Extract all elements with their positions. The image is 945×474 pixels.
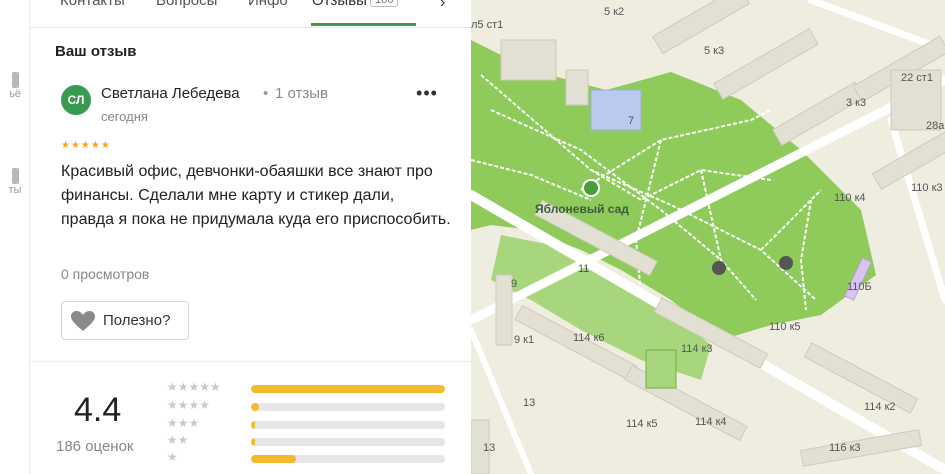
map-label: 7: [628, 115, 635, 127]
rating-bar: [251, 403, 445, 411]
rating-count: 186 оценок: [56, 438, 134, 455]
divider: [30, 361, 471, 362]
review-date: сегодня: [101, 109, 148, 124]
rating-bar-fill: [251, 403, 259, 411]
org-card-panel: Контакты Вопросы Инфо Отзывы 186 › Ваш от…: [30, 0, 471, 474]
separator-dot: •: [263, 85, 269, 102]
rating-bar-fill: [251, 385, 445, 393]
map-view[interactable]: Яблоневый сад 5 к2 5 к3 3 к3 22 ст1 28а …: [471, 0, 945, 474]
row-stars: ★★★★★: [167, 380, 221, 394]
reviews-count-badge: 186: [369, 0, 399, 7]
map-label: 110 к4: [834, 192, 866, 204]
more-options-button[interactable]: •••: [413, 84, 441, 106]
dog-park-icon[interactable]: [712, 261, 726, 275]
tab-contacts[interactable]: Контакты: [60, 0, 125, 9]
author-review-count: 1 отзыв: [275, 85, 329, 102]
map-label: 22 ст1: [901, 72, 933, 84]
map-label: 11: [578, 263, 590, 275]
map-label: 5 к3: [704, 45, 725, 57]
map-label: 110Б: [847, 281, 872, 293]
rating-bar: [251, 421, 445, 429]
views-count: 0 просмотров: [61, 266, 150, 282]
rail-item-1[interactable]: ьё: [0, 72, 30, 100]
rail-glyph-icon: [11, 72, 19, 88]
map-label: 110 к5: [769, 321, 801, 333]
rating-bar: [251, 438, 445, 446]
rating-bar-fill: [251, 421, 255, 429]
rating-value: 4.4: [74, 391, 122, 429]
active-tab-indicator: [311, 23, 416, 26]
map-label: 114 к3: [681, 343, 713, 355]
tab-reviews-label: Отзывы: [312, 0, 367, 9]
playground-icon[interactable]: [779, 256, 793, 270]
row-stars: ★★★: [167, 416, 200, 430]
map-label: 116 к3: [829, 442, 861, 454]
map-label: 5 к2: [604, 6, 625, 18]
map-label: 114 к2: [864, 401, 896, 413]
tab-questions[interactable]: Вопросы: [156, 0, 217, 9]
left-rail: ьё ты: [0, 0, 30, 474]
chevron-right-icon[interactable]: ›: [440, 0, 445, 12]
review-text: Красивый офис, девчонки-обаяшки все знаю…: [61, 163, 451, 228]
tab-reviews[interactable]: Отзывы 186: [312, 0, 399, 9]
row-stars: ★★: [167, 433, 189, 447]
map-label: 9 к1: [514, 334, 535, 346]
heart-icon: [71, 310, 95, 331]
tab-bar: Контакты Вопросы Инфо Отзывы 186 ›: [30, 0, 471, 28]
useful-button[interactable]: Полезно?: [61, 301, 189, 340]
rating-bar-fill: [251, 455, 296, 463]
rail-item-label: ьё: [9, 88, 21, 100]
useful-label: Полезно?: [103, 312, 171, 329]
author-name[interactable]: Светлана Лебедева: [101, 85, 240, 102]
tab-info[interactable]: Инфо: [248, 0, 288, 9]
rail-item-label: ты: [8, 184, 22, 196]
location-pin-icon: [11, 168, 19, 184]
map-label: 13: [523, 397, 536, 409]
row-stars: ★★★★: [167, 398, 211, 412]
park-name[interactable]: Яблоневый сад: [535, 202, 629, 216]
map-label: л5 ст1: [471, 19, 504, 31]
section-title: Ваш отзыв: [55, 43, 137, 60]
map-label: 13: [483, 442, 496, 454]
map-label: 3 к3: [846, 97, 867, 109]
map-label: 28а: [926, 120, 945, 132]
map-label: 110 к3: [911, 182, 943, 194]
map-label: 114 к4: [695, 416, 727, 428]
map-label: 114 к5: [626, 418, 658, 430]
rating-bar: [251, 385, 445, 393]
avatar[interactable]: СЛ: [61, 85, 91, 115]
map-label: 9: [511, 278, 518, 290]
rail-item-2[interactable]: ты: [0, 168, 30, 196]
review-stars: ★★★★★: [61, 140, 111, 151]
park-marker-icon[interactable]: [582, 179, 600, 197]
sports-field: [645, 349, 677, 389]
row-stars: ★: [167, 450, 178, 464]
rating-bar-fill: [251, 438, 255, 446]
map-label: 114 к6: [573, 332, 605, 344]
rating-bar: [251, 455, 445, 463]
